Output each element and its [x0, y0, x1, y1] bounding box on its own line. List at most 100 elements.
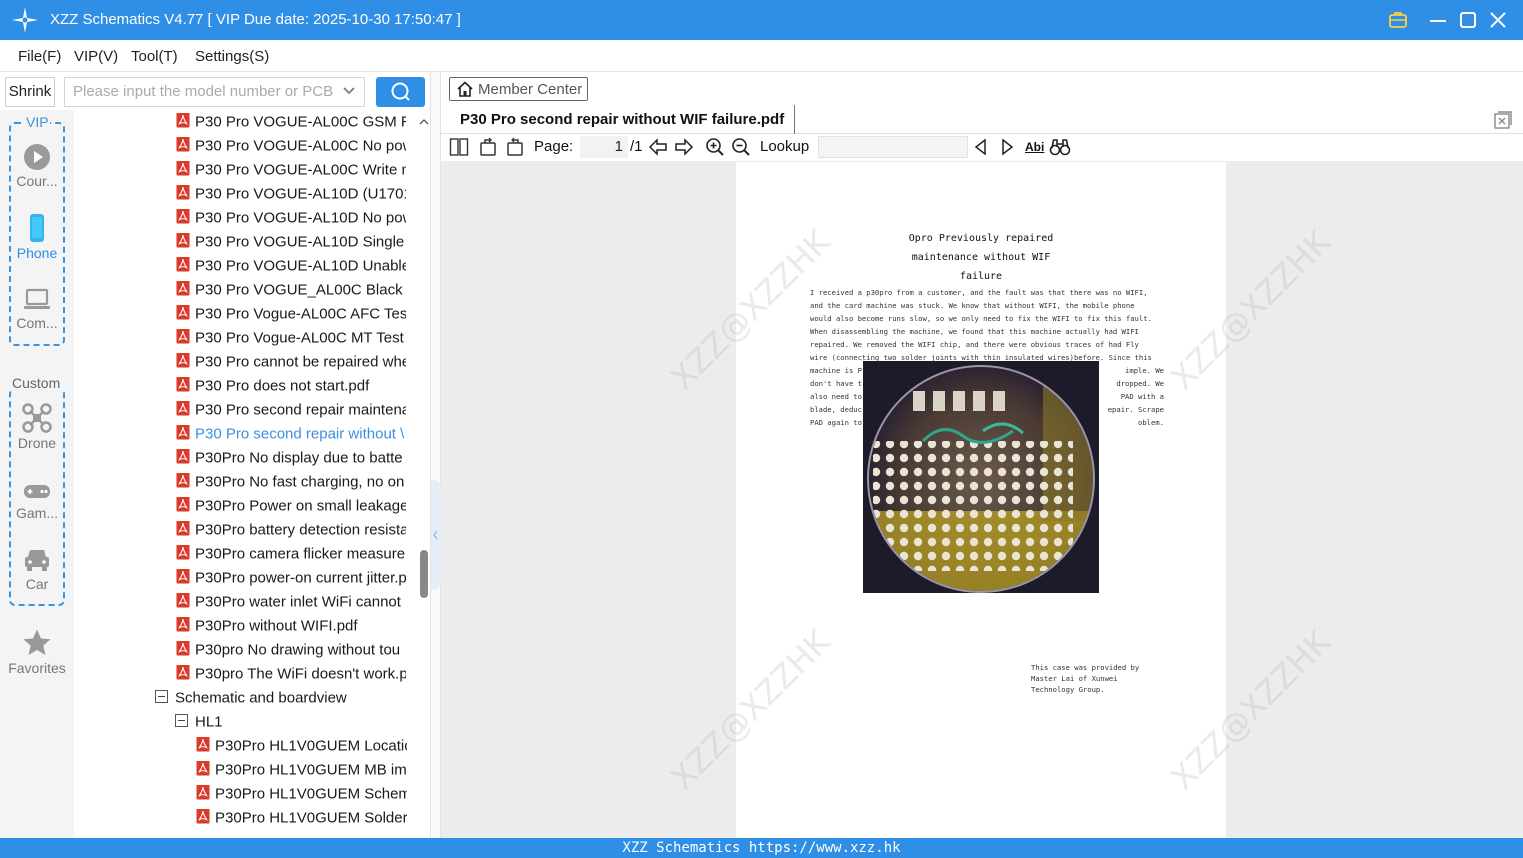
tree-file-item[interactable]: P30Pro No display due to batte — [176, 449, 406, 473]
lookup-input[interactable] — [818, 136, 968, 158]
shrink-button[interactable]: Shrink — [5, 77, 55, 107]
match-case-button[interactable]: Abi — [1025, 140, 1044, 154]
minimize-icon[interactable] — [1426, 8, 1450, 32]
scroll-thumb[interactable] — [420, 550, 428, 598]
search-input[interactable] — [73, 83, 333, 100]
star-icon — [23, 629, 51, 655]
search-button[interactable] — [376, 77, 425, 107]
tree-file-item[interactable]: P30 Pro Vogue-AL00C MT Test f — [176, 329, 406, 353]
category-computer[interactable]: Com... — [0, 287, 74, 331]
body-line: repaired. We removed the WIFI chip, and … — [810, 340, 1139, 349]
category-drone[interactable]: Drone — [0, 403, 74, 451]
binoculars-icon[interactable] — [1049, 137, 1071, 157]
tree-file-item[interactable]: P30 Pro second repair without \ — [176, 425, 406, 449]
rotate-right-icon[interactable] — [505, 137, 525, 157]
collapse-handle[interactable] — [431, 480, 441, 590]
zoom-out-icon[interactable] — [731, 137, 751, 157]
body-fragment: imple. We — [1125, 366, 1164, 375]
tree-file-label: P30Pro camera flicker measurer — [195, 545, 406, 563]
tree-file-item[interactable]: P30Pro HL1V0GUEM Locatio — [196, 737, 407, 761]
tree-file-item[interactable]: P30Pro HL1V0GUEM Schema — [196, 785, 407, 809]
collapse-toggle[interactable] — [155, 689, 168, 703]
tree-file-label: P30Pro water inlet WiFi cannot — [195, 593, 401, 611]
maximize-icon[interactable] — [1456, 8, 1480, 32]
chevron-down-icon[interactable] — [342, 84, 356, 98]
tree-file-item[interactable]: P30 Pro VOGUE_AL00C Black scr — [176, 281, 406, 305]
custom-group-label: Custom — [11, 375, 62, 391]
collapse-toggle[interactable] — [175, 713, 188, 727]
tree-file-item[interactable]: P30 Pro cannot be repaired whe — [176, 353, 406, 377]
tree-file-item[interactable]: P30Pro water inlet WiFi cannot — [176, 593, 406, 617]
tree-file-label: P30Pro HL1V0GUEM Solder . — [215, 809, 407, 827]
model-search-combobox[interactable] — [64, 77, 365, 107]
tree-file-item[interactable]: P30Pro camera flicker measurer — [176, 545, 406, 569]
pdf-file-icon — [176, 257, 190, 272]
document-credit: This case was provided by Master Lai of … — [1031, 662, 1171, 695]
two-page-view-icon[interactable] — [449, 137, 469, 157]
member-center-button[interactable]: Member Center — [449, 77, 588, 101]
category-game[interactable]: Gam... — [0, 481, 74, 521]
tree-file-item[interactable]: P30Pro HL1V0GUEM MB ima — [196, 761, 407, 785]
tree-file-item[interactable]: P30 Pro VOGUE-AL10D Single s — [176, 233, 406, 257]
find-next-icon[interactable] — [998, 137, 1016, 157]
tree-file-item[interactable]: P30 Pro VOGUE-AL00C Write nu — [176, 161, 406, 185]
close-icon[interactable] — [1486, 8, 1510, 32]
tree-file-item[interactable]: P30 Pro VOGUE-AL10D (U1701 t — [176, 185, 406, 209]
menu-tool[interactable]: Tool(T) — [131, 48, 178, 65]
pdf-file-icon — [176, 137, 190, 152]
tree-file-item[interactable]: P30Pro HL1V0GUEM Solder . — [196, 809, 407, 833]
menu-vip[interactable]: VIP(V) — [74, 48, 118, 65]
tab-current-document[interactable]: P30 Pro second repair without WIF failur… — [449, 105, 796, 134]
previous-page-icon[interactable] — [647, 137, 669, 157]
close-all-tabs-icon[interactable] — [1493, 110, 1513, 130]
pdf-file-icon — [176, 425, 190, 440]
tree-file-item[interactable]: P30 Pro VOGUE-AL10D Unable — [176, 257, 406, 281]
zoom-in-icon[interactable] — [705, 137, 725, 157]
pdf-file-icon — [196, 737, 210, 752]
tree-file-item[interactable]: P30Pro power-on current jitter.p — [176, 569, 406, 593]
pdf-file-icon — [196, 809, 210, 824]
tree-file-item[interactable]: P30Pro No fast charging, no on — [176, 473, 406, 497]
pdf-file-icon — [176, 209, 190, 224]
next-page-icon[interactable] — [673, 137, 695, 157]
vip-group-label: VIP — [25, 114, 50, 130]
tree-file-label: P30 Pro second repair maintena — [195, 401, 406, 419]
category-sidebar: VIP Cour... Phone Com... Custom Drone Ga… — [0, 110, 74, 838]
tree-file-item[interactable]: P30 Pro does not start.pdf — [176, 377, 406, 401]
tree-file-item[interactable]: P30Pro battery detection resista — [176, 521, 406, 545]
tree-scrollbar[interactable] — [418, 110, 430, 838]
tree-folder-hl1[interactable]: HL1 — [175, 713, 375, 737]
tree-file-item[interactable]: P30 Pro VOGUE-AL00C GSM Re — [176, 113, 406, 137]
body-line: When disassembling the machine, we found… — [810, 327, 1139, 336]
pdf-file-icon — [176, 641, 190, 656]
pane-splitter[interactable] — [430, 72, 441, 838]
tree-file-item[interactable]: P30 Pro VOGUE-AL10D No pow — [176, 209, 406, 233]
pdf-file-icon — [176, 665, 190, 680]
rotate-left-icon[interactable] — [478, 137, 498, 157]
tree-file-item[interactable]: P30 Pro VOGUE-AL00C No pow — [176, 137, 406, 161]
vip-bag-icon[interactable] — [1386, 8, 1410, 32]
menu-file[interactable]: File(F) — [18, 48, 61, 65]
category-car[interactable]: Car — [0, 546, 74, 592]
pdf-viewer[interactable]: Opro Previously repaired maintenance wit… — [441, 161, 1523, 838]
page-number-input[interactable]: 1 — [580, 136, 628, 158]
menu-settings[interactable]: Settings(S) — [195, 48, 269, 65]
category-label: Car — [25, 576, 49, 592]
tree-file-item[interactable]: P30 Pro second repair maintena — [176, 401, 406, 425]
pdf-file-icon — [176, 521, 190, 536]
tree-file-item[interactable]: P30pro The WiFi doesn't work.p — [176, 665, 406, 689]
category-courses[interactable]: Cour... — [0, 143, 74, 189]
tree-file-item[interactable]: P30pro No drawing without tou — [176, 641, 406, 665]
tree-file-label: P30 Pro second repair without \ — [195, 425, 405, 443]
category-phone[interactable]: Phone — [0, 213, 74, 261]
find-previous-icon[interactable] — [972, 137, 990, 157]
category-favorites[interactable]: Favorites — [0, 628, 74, 676]
tree-file-label: P30 Pro VOGUE-AL10D (U1701 t — [195, 185, 406, 203]
tree-folder-schematic[interactable]: Schematic and boardview — [155, 689, 415, 713]
pdf-file-icon — [176, 449, 190, 464]
tree-file-item[interactable]: P30 Pro Vogue-AL00C AFC Test — [176, 305, 406, 329]
tree-file-label: P30 Pro Vogue-AL00C MT Test f — [195, 329, 406, 347]
tree-file-item[interactable]: P30Pro Power on small leakage — [176, 497, 406, 521]
tree-file-item[interactable]: P30Pro without WIFI.pdf — [176, 617, 406, 641]
scroll-up-icon[interactable] — [418, 114, 430, 130]
